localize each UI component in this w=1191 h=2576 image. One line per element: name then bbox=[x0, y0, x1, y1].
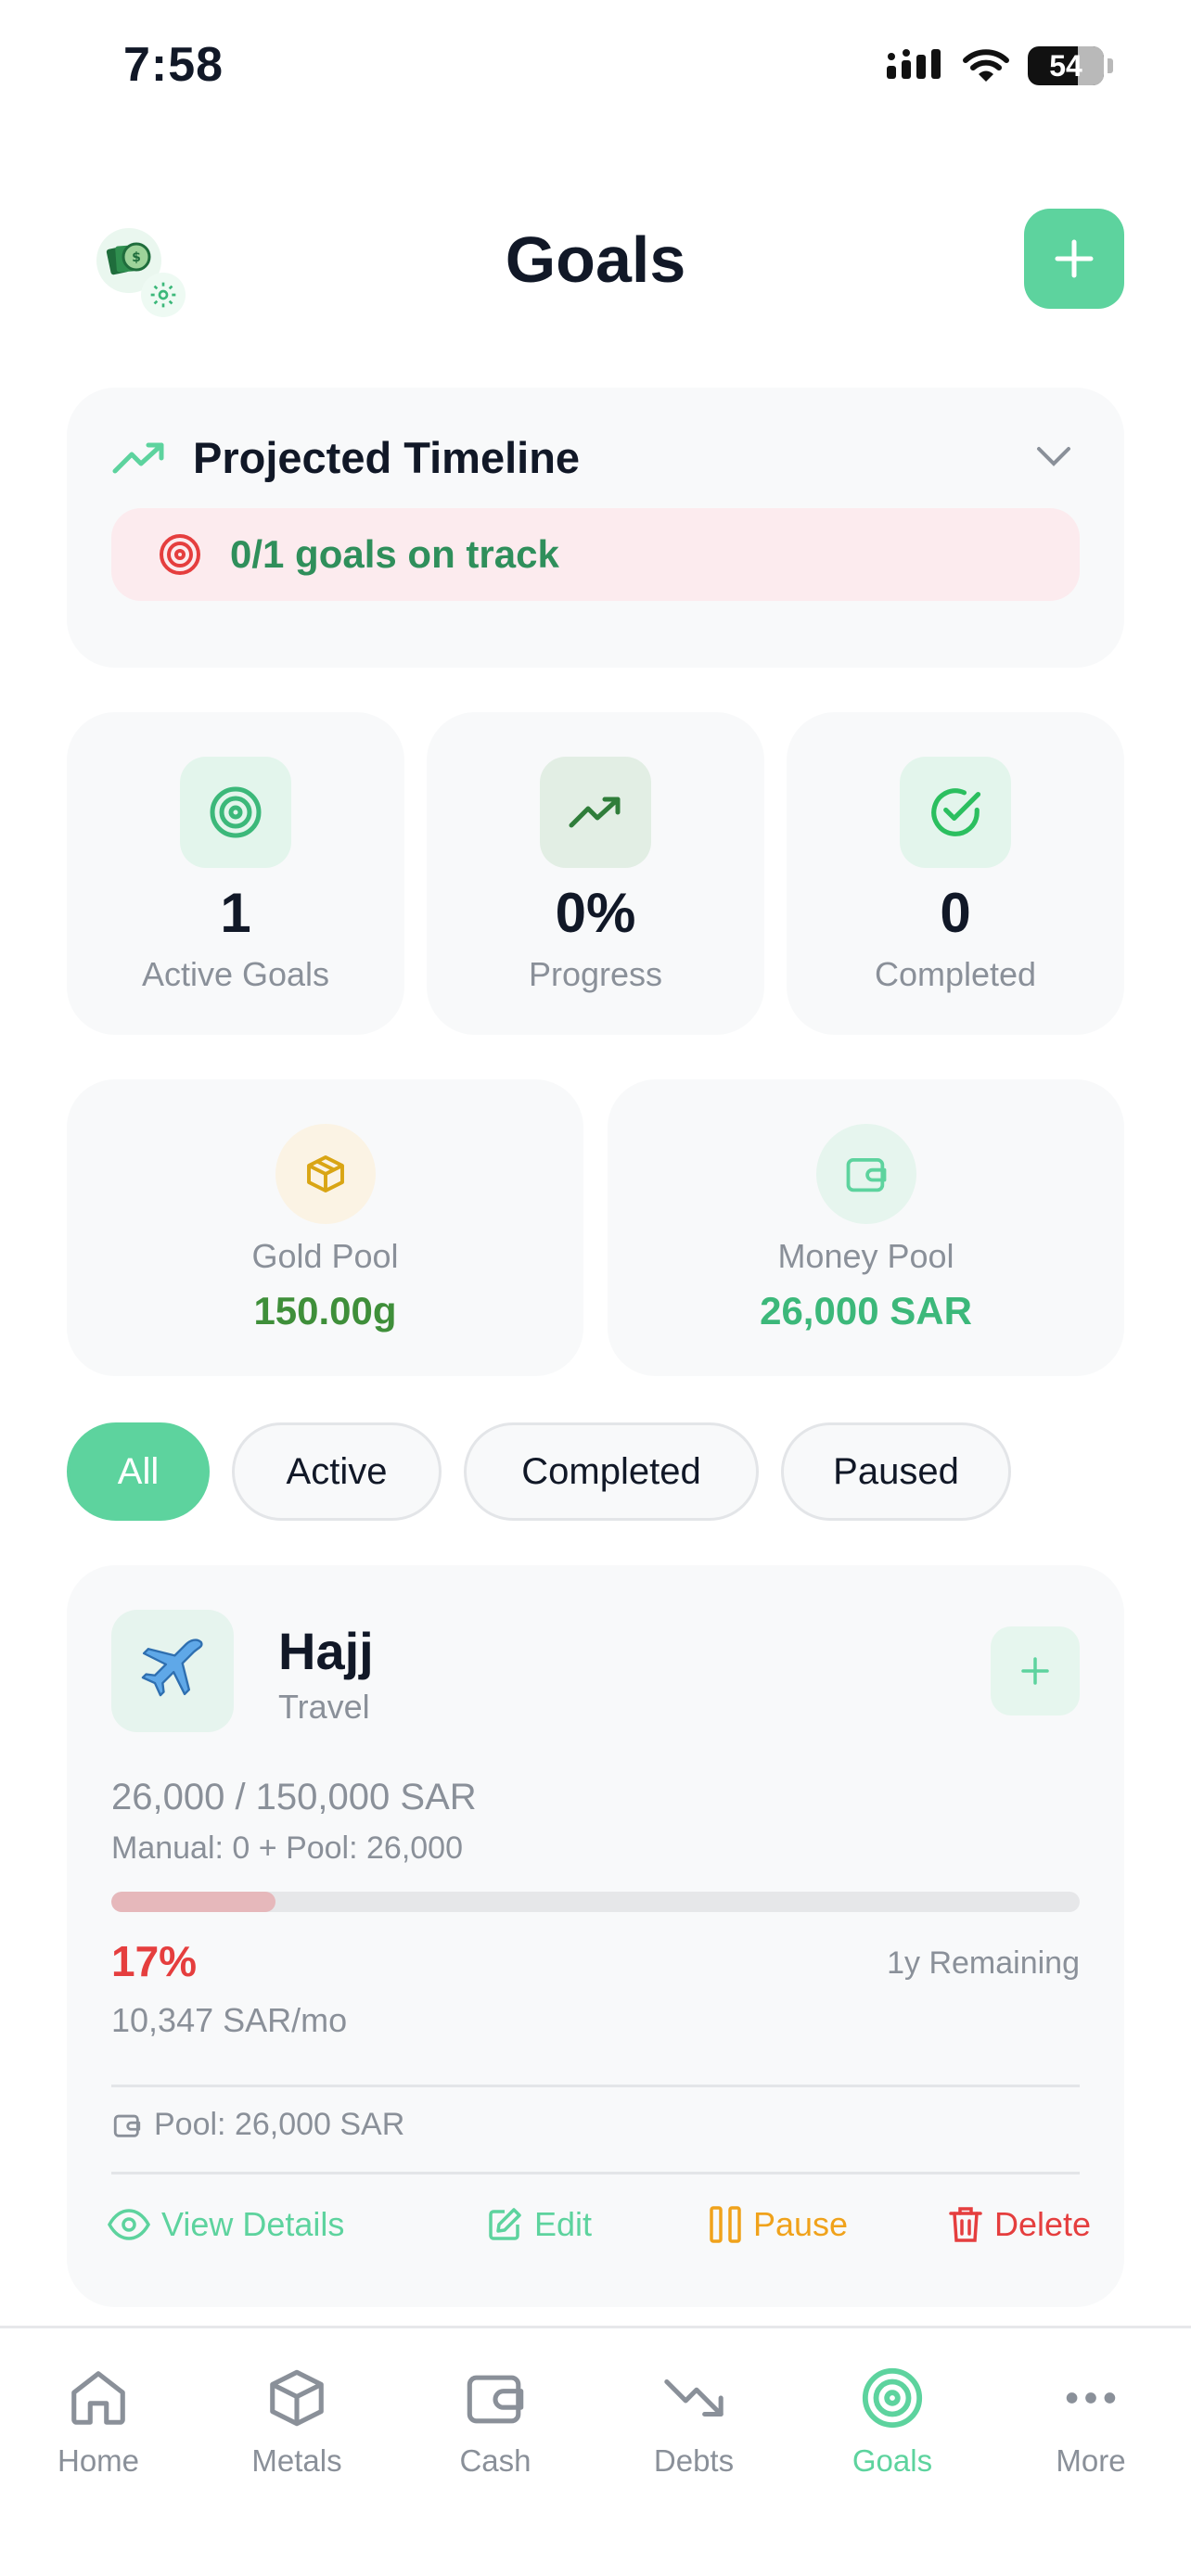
cube-icon bbox=[275, 1124, 376, 1224]
wallet-icon bbox=[467, 2375, 524, 2424]
stat-value: 1 bbox=[220, 882, 251, 944]
status-bar: 7:58 54 bbox=[0, 0, 1191, 139]
plus-icon bbox=[1055, 239, 1094, 278]
cube-icon bbox=[270, 2369, 324, 2427]
cellular-signal-icon bbox=[887, 49, 941, 79]
goal-category: Travel bbox=[278, 1688, 370, 1726]
tab-label: Home bbox=[57, 2443, 140, 2478]
status-time: 7:58 bbox=[123, 38, 224, 92]
stat-completed: 0 Completed bbox=[787, 712, 1124, 1035]
edit-icon bbox=[489, 2208, 521, 2240]
goal-progress-fill bbox=[111, 1892, 276, 1912]
goal-breakdown: Manual: 0 + Pool: 26,000 bbox=[111, 1830, 463, 1866]
tab-bar: Home Metals Cash Debts Goals More bbox=[0, 2326, 1191, 2576]
view-details-button[interactable]: View Details bbox=[108, 2205, 344, 2244]
tab-label: More bbox=[1056, 2443, 1126, 2478]
gold-pool-label: Gold Pool bbox=[251, 1237, 399, 1275]
goal-card[interactable]: Hajj Travel 26,000 / 150,000 SAR Manual:… bbox=[67, 1565, 1124, 2307]
goal-monthly: 10,347 SAR/mo bbox=[111, 2001, 348, 2039]
chevron-down-icon[interactable] bbox=[1035, 445, 1072, 472]
tab-label: Cash bbox=[459, 2443, 531, 2478]
goals-on-track-text: 0/1 goals on track bbox=[230, 532, 559, 576]
money-pool-value: 26,000 SAR bbox=[760, 1289, 972, 1333]
tab-label: Metals bbox=[251, 2443, 342, 2478]
filter-completed[interactable]: Completed bbox=[464, 1422, 759, 1521]
tab-label: Goals bbox=[852, 2443, 933, 2478]
stat-value: 0 bbox=[940, 882, 971, 944]
money-pool-card[interactable]: Money Pool 26,000 SAR bbox=[608, 1079, 1124, 1376]
more-icon bbox=[1066, 2392, 1116, 2404]
battery-icon: 54 bbox=[1028, 46, 1104, 85]
projected-timeline-card[interactable]: Projected Timeline 0/1 goals on track bbox=[67, 388, 1124, 668]
money-pool-label: Money Pool bbox=[777, 1237, 954, 1275]
goal-amount: 26,000 / 150,000 SAR bbox=[111, 1777, 477, 1817]
goal-pool-text: Pool: 26,000 SAR bbox=[154, 2107, 405, 2142]
pause-icon bbox=[710, 2206, 741, 2243]
check-circle-icon bbox=[900, 757, 1011, 868]
stat-value: 0% bbox=[555, 882, 636, 944]
timeline-title: Projected Timeline bbox=[193, 433, 581, 482]
pause-button[interactable]: Pause bbox=[709, 2205, 848, 2244]
filter-all[interactable]: All bbox=[67, 1422, 210, 1521]
target-icon bbox=[160, 534, 200, 575]
target-icon bbox=[862, 2367, 923, 2429]
status-icons: 54 bbox=[887, 46, 1113, 85]
trending-down-icon bbox=[664, 2378, 724, 2417]
goal-name: Hajj bbox=[278, 1622, 374, 1680]
stat-progress: 0% Progress bbox=[427, 712, 764, 1035]
airplane-icon bbox=[111, 1610, 234, 1732]
wallet-icon bbox=[113, 2114, 141, 2137]
add-goal-button[interactable] bbox=[1024, 209, 1124, 309]
home-icon bbox=[71, 2371, 125, 2425]
goal-filter-chips: All Active Completed Paused bbox=[67, 1422, 1011, 1521]
eye-icon bbox=[108, 2209, 150, 2240]
wifi-icon bbox=[963, 49, 1009, 82]
tab-home[interactable]: Home bbox=[24, 2366, 173, 2479]
tab-label: Debts bbox=[653, 2443, 735, 2478]
goals-on-track-banner: 0/1 goals on track bbox=[111, 508, 1080, 601]
edit-button[interactable]: Edit bbox=[486, 2205, 592, 2244]
stat-label: Completed bbox=[874, 955, 1037, 993]
header: $ Goals bbox=[0, 204, 1191, 317]
tab-cash[interactable]: Cash bbox=[421, 2366, 570, 2479]
trending-up-icon bbox=[540, 757, 651, 868]
delete-button[interactable]: Delete bbox=[948, 2205, 1091, 2244]
stat-label: Progress bbox=[528, 955, 663, 993]
goal-percent: 17% bbox=[111, 1937, 198, 1985]
gold-pool-value: 150.00g bbox=[253, 1289, 397, 1333]
stat-active-goals: 1 Active Goals bbox=[67, 712, 404, 1035]
trending-up-icon bbox=[112, 442, 164, 473]
page-title: Goals bbox=[505, 223, 686, 296]
filter-paused[interactable]: Paused bbox=[781, 1422, 1011, 1521]
divider bbox=[111, 2085, 1080, 2087]
divider bbox=[111, 2172, 1080, 2174]
goal-remaining: 1y Remaining bbox=[887, 1945, 1080, 1981]
tab-metals[interactable]: Metals bbox=[223, 2366, 371, 2479]
filter-active[interactable]: Active bbox=[232, 1422, 442, 1521]
goal-progress-bar bbox=[111, 1892, 1080, 1912]
stat-label: Active Goals bbox=[141, 955, 330, 993]
gold-pool-card[interactable]: Gold Pool 150.00g bbox=[67, 1079, 583, 1376]
wallet-icon bbox=[815, 1124, 916, 1224]
target-icon bbox=[180, 757, 291, 868]
tab-debts[interactable]: Debts bbox=[620, 2366, 768, 2479]
plus-icon bbox=[1021, 1657, 1049, 1685]
add-contribution-button[interactable] bbox=[991, 1626, 1080, 1715]
tab-more[interactable]: More bbox=[1017, 2366, 1165, 2479]
trash-icon bbox=[949, 2207, 982, 2242]
tab-goals[interactable]: Goals bbox=[818, 2366, 967, 2479]
goal-pool: Pool: 26,000 SAR bbox=[111, 2107, 404, 2143]
